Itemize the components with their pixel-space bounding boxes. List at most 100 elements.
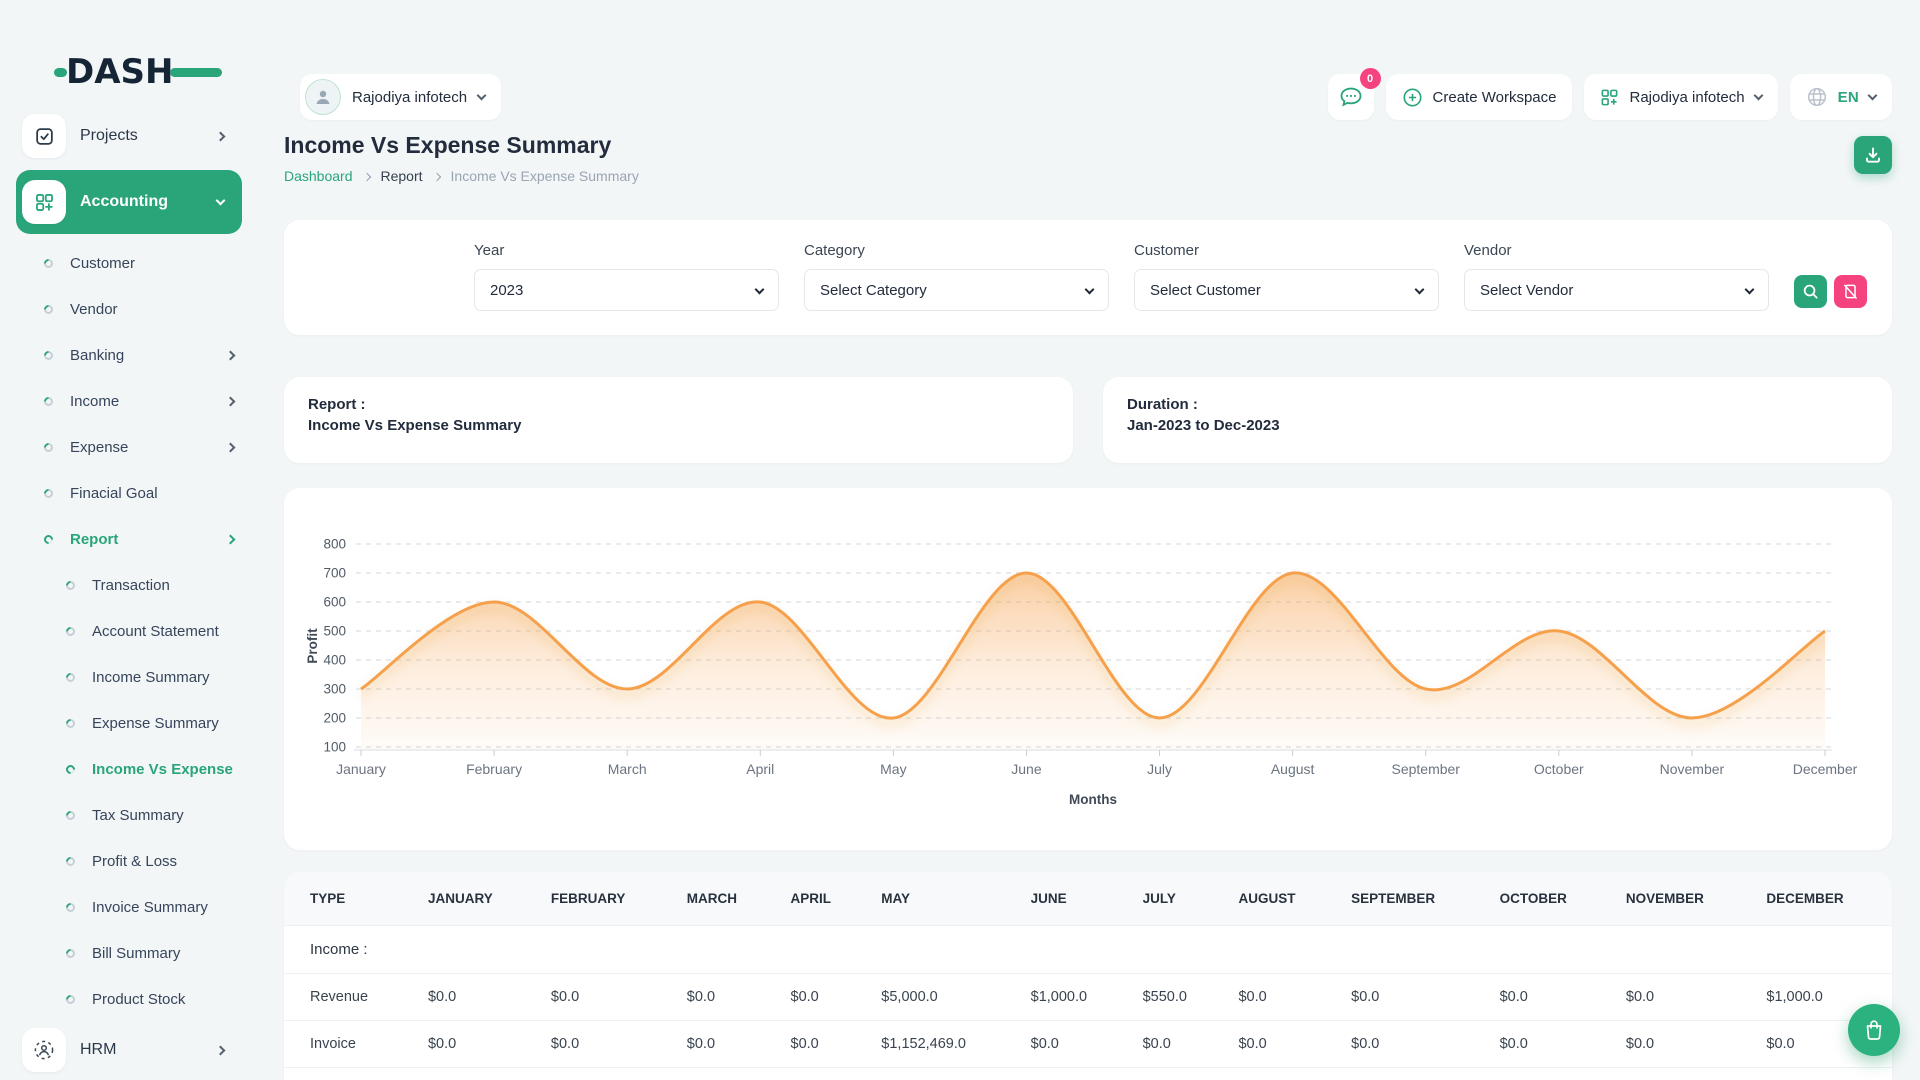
sidebar-item-tax-summary[interactable]: Tax Summary [16, 792, 256, 838]
sidebar-item-label: Product Stock [92, 991, 234, 1008]
sidebar-item-customer[interactable]: Customer [16, 240, 256, 286]
bullet-icon [64, 901, 77, 914]
category-filter: Category Select Category [804, 242, 1109, 311]
year-value: 2023 [490, 282, 523, 299]
sidebar-item-income-vs-expense[interactable]: Income Vs Expense [16, 746, 256, 792]
bullet-icon [42, 441, 55, 454]
cell-value: $0.0 [1337, 974, 1485, 1021]
messages-button[interactable]: 0 [1328, 74, 1374, 120]
workspace-grid-icon [1600, 88, 1619, 107]
svg-text:January: January [336, 761, 386, 777]
apply-filter-button[interactable] [1794, 275, 1827, 308]
sidebar-item-label: HRM [80, 1041, 203, 1059]
logo-accent-bar [170, 68, 222, 77]
chevron-down-icon [1745, 284, 1755, 294]
column-december: DECEMBER [1752, 872, 1892, 926]
sidebar-item-banking[interactable]: Banking [16, 332, 256, 378]
store-fab-button[interactable] [1848, 1004, 1900, 1056]
sidebar-item-projects[interactable]: Projects [16, 108, 242, 164]
year-label: Year [474, 242, 779, 259]
breadcrumb-current: Income Vs Expense Summary [451, 168, 639, 184]
svg-text:October: October [1534, 761, 1584, 777]
sidebar-item-label: Income [70, 393, 227, 410]
cell-value: $0.0 [1612, 974, 1753, 1021]
row-type: Invoice [284, 1021, 414, 1068]
sidebar-item-income-summary[interactable]: Income Summary [16, 654, 256, 700]
chevron-right-icon [216, 1045, 226, 1055]
sidebar-item-account-statement[interactable]: Account Statement [16, 608, 256, 654]
sidebar-item-report[interactable]: Report [16, 516, 256, 562]
sidebar-item-accounting[interactable]: Accounting [16, 170, 242, 234]
column-october: OCTOBER [1486, 872, 1612, 926]
sidebar-item-label: Bill Summary [92, 945, 234, 962]
sidebar-item-vendor[interactable]: Vendor [16, 286, 256, 332]
column-june: JUNE [1017, 872, 1129, 926]
logo-accent-dot [54, 68, 67, 77]
bullet-icon [42, 487, 55, 500]
sidebar-item-transaction[interactable]: Transaction [16, 562, 256, 608]
chevron-right-icon [432, 172, 440, 180]
language-selector[interactable]: EN [1790, 74, 1892, 120]
svg-text:August: August [1271, 761, 1315, 777]
avatar [305, 79, 341, 115]
vendor-label: Vendor [1464, 242, 1769, 259]
sidebar-item-label: Expense Summary [92, 715, 234, 732]
brand-logo[interactable]: DASH [66, 52, 186, 96]
sidebar-item-expense[interactable]: Expense [16, 424, 256, 470]
sidebar-item-label: Invoice Summary [92, 899, 234, 916]
cell-value: $0.0 [673, 1021, 777, 1068]
bullet-icon [64, 671, 77, 684]
report-card-value: Income Vs Expense Summary [308, 417, 1049, 434]
sidebar-item-invoice-summary[interactable]: Invoice Summary [16, 884, 256, 930]
chevron-down-icon [1415, 284, 1425, 294]
sidebar-item-bill-summary[interactable]: Bill Summary [16, 930, 256, 976]
filter-buttons [1794, 275, 1867, 308]
chat-icon [1338, 84, 1364, 110]
customer-select[interactable]: Select Customer [1134, 269, 1439, 311]
create-workspace-button[interactable]: Create Workspace [1386, 74, 1573, 120]
breadcrumb-report[interactable]: Report [381, 168, 423, 184]
workspace-name: Rajodiya infotech [352, 89, 467, 106]
svg-text:November: November [1660, 761, 1725, 777]
chevron-down-icon [755, 284, 765, 294]
profit-area-chart: 100200300400500600700800JanuaryFebruaryM… [284, 488, 1892, 850]
person-icon [313, 87, 333, 107]
income-expense-table-card: TYPEJANUARYFEBRUARYMARCHAPRILMAYJUNEJULY… [284, 872, 1892, 1080]
cell-value: $0.0 [1612, 1021, 1753, 1068]
vendor-filter: Vendor Select Vendor [1464, 242, 1769, 311]
main-content: Rajodiya infotech 0 Create Workspace [256, 0, 1920, 1080]
chevron-right-icon [226, 534, 236, 544]
sidebar-item-expense-summary[interactable]: Expense Summary [16, 700, 256, 746]
cell-value: $0.0 [1017, 1021, 1129, 1068]
sidebar-item-hrm[interactable]: HRM [16, 1022, 242, 1078]
account-selector[interactable]: Rajodiya infotech [1584, 74, 1777, 120]
report-card: Report : Income Vs Expense Summary [284, 377, 1073, 463]
sidebar-item-income[interactable]: Income [16, 378, 256, 424]
bullet-icon [64, 717, 77, 730]
download-button[interactable] [1854, 136, 1892, 174]
category-select[interactable]: Select Category [804, 269, 1109, 311]
table-section-income: Income : [284, 926, 1892, 974]
cell-value: $0.0 [1486, 1021, 1612, 1068]
reset-filter-button[interactable] [1834, 275, 1867, 308]
grid-plus-icon [22, 180, 66, 224]
cell-value: $1,000.0 [1017, 974, 1129, 1021]
bullet-icon [64, 993, 77, 1006]
chevron-right-icon [216, 131, 226, 141]
section-label: Income : [284, 926, 1892, 974]
vendor-select[interactable]: Select Vendor [1464, 269, 1769, 311]
year-select[interactable]: 2023 [474, 269, 779, 311]
sidebar-item-finacial-goal[interactable]: Finacial Goal [16, 470, 256, 516]
bullet-icon [64, 763, 77, 776]
sidebar-item-profit-loss[interactable]: Profit & Loss [16, 838, 256, 884]
breadcrumb-dashboard[interactable]: Dashboard [284, 168, 353, 184]
sidebar-item-product-stock[interactable]: Product Stock [16, 976, 256, 1022]
svg-text:200: 200 [323, 711, 346, 726]
shopping-bag-icon [1862, 1018, 1886, 1042]
sidebar-item-label: Profit & Loss [92, 853, 234, 870]
vendor-value: Select Vendor [1480, 282, 1573, 299]
sidebar-item-label: Accounting [80, 193, 203, 211]
checkbox-icon [22, 114, 66, 158]
workspace-selector[interactable]: Rajodiya infotech [300, 74, 501, 120]
bullet-icon [42, 533, 55, 546]
